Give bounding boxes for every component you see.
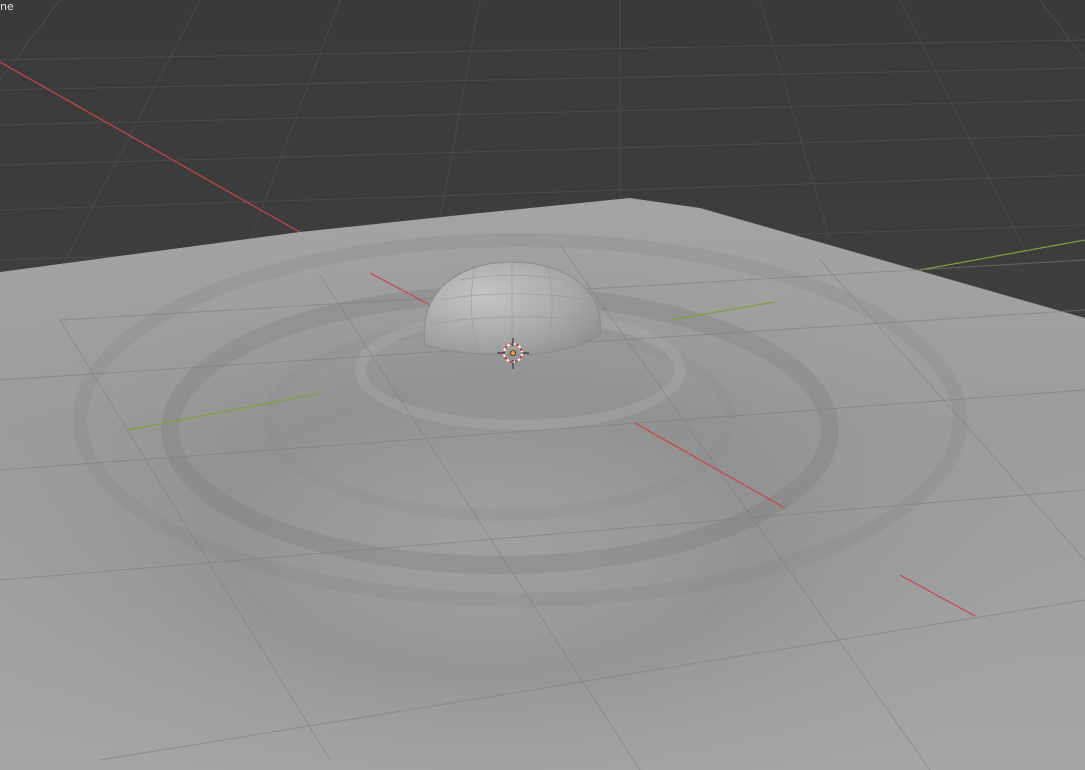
viewport-overlay-text: ne bbox=[0, 0, 14, 13]
x-axis-line bbox=[0, 61, 306, 236]
y-axis-line bbox=[919, 239, 1085, 271]
3d-viewport[interactable]: ne bbox=[0, 0, 1085, 770]
viewport-scene[interactable] bbox=[0, 0, 1085, 770]
